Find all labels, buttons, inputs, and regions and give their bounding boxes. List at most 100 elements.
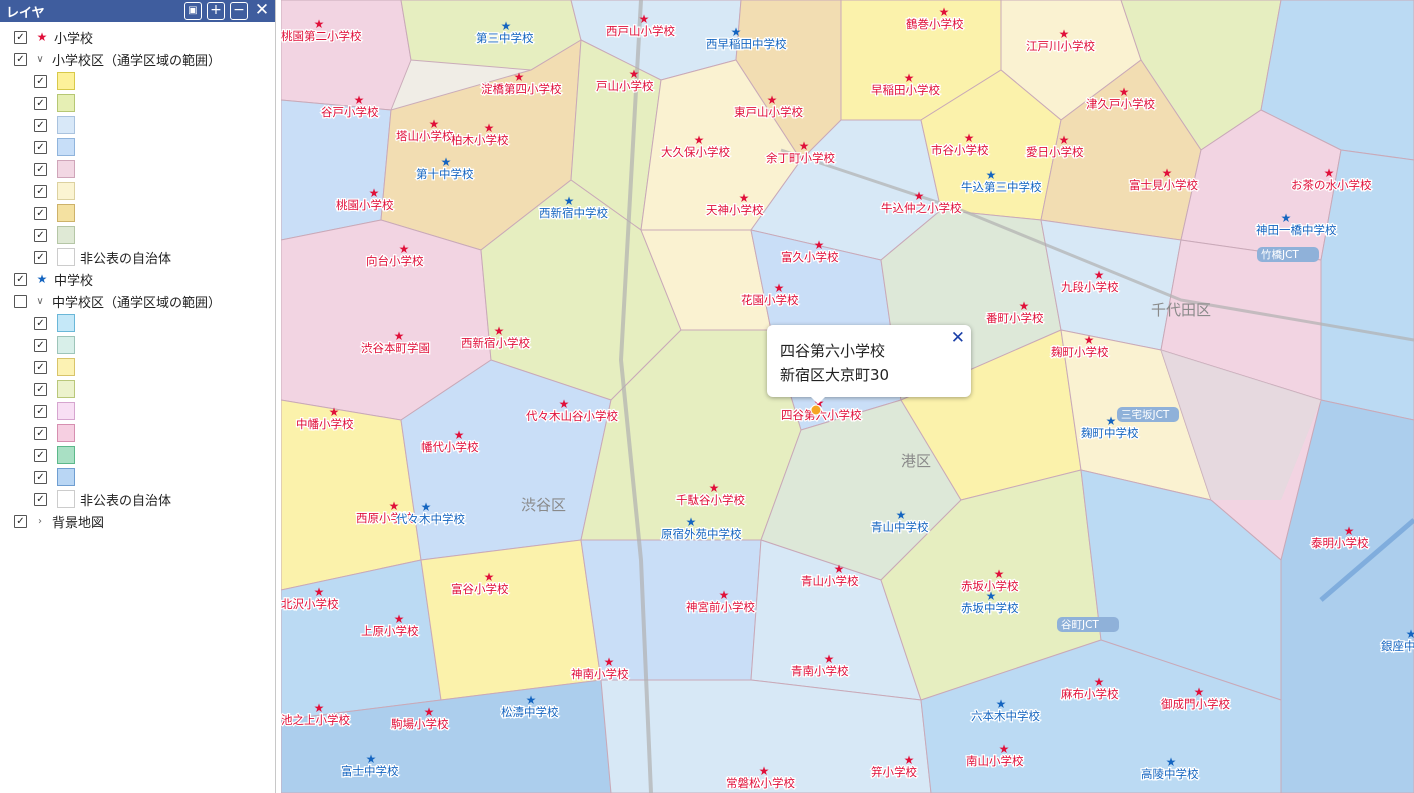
elementary-school-label: 花園小学校 [741,293,799,307]
layer-row-elementary-nonpublic[interactable]: ✓ 非公表の自治体 [34,246,171,268]
layer-checkbox[interactable]: ✓ [14,52,27,66]
elementary-school-label: 笄小学校 [871,765,917,779]
layer-checkbox[interactable]: ✓ [34,426,47,440]
layer-checkbox[interactable]: ✓ [34,206,47,220]
legend-row[interactable]: ✓ [34,92,75,114]
layer-row-junior-high-schools[interactable]: ✓ ★ 中学校 [14,268,93,290]
layer-panel-title: レイヤ [6,5,45,21]
layer-checkbox[interactable]: ✓ [34,140,47,154]
legend-swatch [57,248,75,266]
junior-high-school-label: 原宿外苑中学校 [661,527,742,541]
layer-label: 非公表の自治体 [80,251,172,267]
elementary-school-label: 大久保小学校 [661,145,730,159]
layer-checkbox[interactable]: ✓ [34,382,47,396]
layer-checkbox[interactable]: ✓ [34,404,47,418]
close-icon[interactable]: ✕ [951,328,965,348]
legend-row[interactable]: ✓ [34,444,75,466]
folder-add-icon[interactable]: ▣ [184,2,202,20]
layer-checkbox[interactable]: ✓ [34,184,47,198]
layer-row-elementary-districts[interactable]: ✓ ∨ 小学校区（通学区域の範囲） [14,48,221,70]
layer-checkbox[interactable]: ✓ [34,316,47,330]
area-label: 港区 [901,452,931,470]
legend-row[interactable]: ✓ [34,136,75,158]
layer-checkbox[interactable]: ✓ [14,30,27,44]
layer-checkbox[interactable]: ✓ [34,250,47,264]
close-icon[interactable]: ✕ [253,2,271,20]
legend-row[interactable]: ✓ [34,466,75,488]
legend-swatch [57,138,75,156]
layer-label: 背景地図 [52,515,105,531]
layer-label: 小学校 [54,31,94,47]
junior-high-school-label: 代々木中学校 [396,512,465,526]
elementary-school-label: 常磐松小学校 [726,776,795,790]
elementary-school-label: 駒場小学校 [391,717,449,731]
layer-checkbox[interactable]: ✓ [34,228,47,242]
area-label: 渋谷区 [521,496,566,514]
chevron-right-icon[interactable]: › [33,516,47,527]
highway-junction-label: 三宅坂JCT [1121,408,1170,421]
layer-checkbox[interactable] [14,294,27,308]
layer-checkbox[interactable]: ✓ [34,96,47,110]
layer-row-junior-high-nonpublic[interactable]: ✓ 非公表の自治体 [34,488,171,510]
elementary-school-label: 津久戸小学校 [1086,97,1155,111]
legend-row[interactable]: ✓ [34,158,75,180]
legend-row[interactable]: ✓ [34,180,75,202]
layer-checkbox[interactable]: ✓ [34,470,47,484]
elementary-school-label: 千駄谷小学校 [676,493,745,507]
legend-row[interactable]: ✓ [34,114,75,136]
layer-checkbox[interactable]: ✓ [34,74,47,88]
elementary-school-label: 富士見小学校 [1129,178,1198,192]
layer-checkbox[interactable]: ✓ [34,338,47,352]
elementary-school-label: 神南小学校 [571,667,629,681]
area-label: 千代田区 [1151,301,1211,319]
elementary-school-label: 九段小学校 [1061,280,1119,294]
legend-swatch [57,468,75,486]
layer-checkbox[interactable]: ✓ [14,514,27,528]
legend-row[interactable]: ✓ [34,422,75,444]
layer-checkbox[interactable]: ✓ [34,162,47,176]
junior-high-school-label: 富士中学校 [341,764,399,778]
legend-swatch [57,424,75,442]
layer-checkbox[interactable]: ✓ [34,448,47,462]
legend-row[interactable]: ✓ [34,378,75,400]
chevron-down-icon[interactable]: ∨ [33,54,47,65]
elementary-school-label: 桃園第二小学校 [281,29,362,43]
junior-high-school-label: 銀座中学校 [1381,639,1414,653]
junior-high-school-label: 高陵中学校 [1141,767,1199,781]
elementary-school-label: 幡代小学校 [421,440,479,454]
elementary-school-label: 代々木山谷小学校 [526,409,618,423]
layer-checkbox[interactable]: ✓ [34,492,47,506]
layer-checkbox[interactable]: ✓ [34,118,47,132]
elementary-school-label: 愛日小学校 [1026,145,1084,159]
elementary-school-label: 牛込仲之小学校 [881,201,962,215]
district-area [281,99,392,241]
layer-checkbox[interactable]: ✓ [34,360,47,374]
layer-row-elementary-schools[interactable]: ✓ ★ 小学校 [14,26,93,48]
layer-row-junior-high-districts[interactable]: ∨ 中学校区（通学区域の範囲） [14,290,221,312]
elementary-school-label: 東戸山小学校 [734,105,803,119]
district-area [281,0,412,111]
chevron-down-icon[interactable]: ∨ [33,296,47,307]
layer-panel: レイヤ ▣ + − ✕ ✓ ★ 小学校 ✓ ∨ 小学校区（通学区域の範囲） ✓ ✓… [0,0,276,793]
legend-swatch [57,94,75,112]
legend-row[interactable]: ✓ [34,400,75,422]
elementary-school-label: 柏木小学校 [451,133,509,147]
junior-high-school-label: 六本木中学校 [971,709,1040,723]
layer-checkbox[interactable]: ✓ [14,272,27,286]
collapse-all-icon[interactable]: − [230,2,248,20]
legend-row[interactable]: ✓ [34,70,75,92]
layer-row-background-map[interactable]: ✓ › 背景地図 [14,510,104,532]
expand-all-icon[interactable]: + [207,2,225,20]
legend-row[interactable]: ✓ [34,334,75,356]
elementary-school-label: 上原小学校 [361,624,419,638]
legend-row[interactable]: ✓ [34,224,75,246]
legend-row[interactable]: ✓ [34,356,75,378]
junior-high-school-label: 第三中学校 [476,31,534,45]
elementary-school-label: 富久小学校 [781,250,839,264]
selected-school-marker [810,404,822,416]
legend-row[interactable]: ✓ [34,202,75,224]
layer-panel-header: レイヤ ▣ + − ✕ [0,0,275,22]
elementary-school-label: 青南小学校 [791,664,849,678]
legend-swatch [57,182,75,200]
legend-row[interactable]: ✓ [34,312,75,334]
